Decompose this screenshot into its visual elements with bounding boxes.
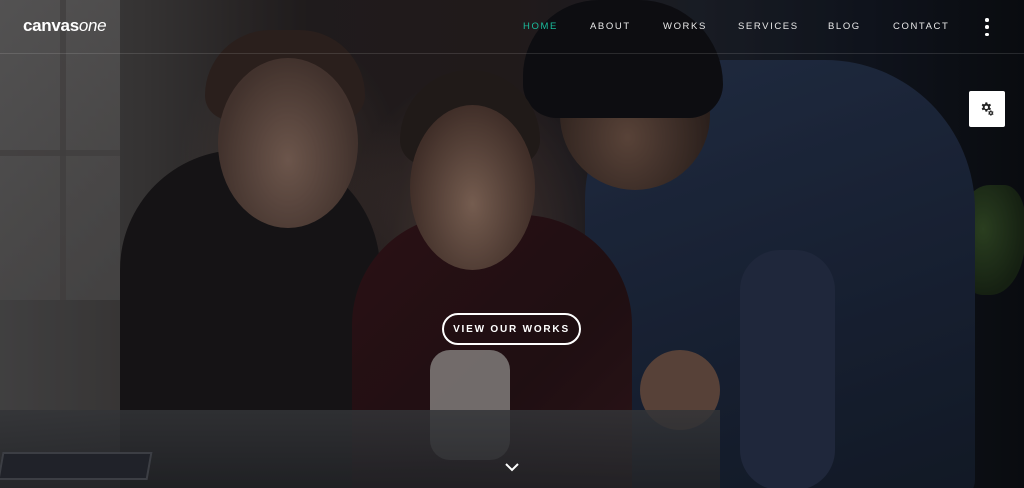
nav-blog[interactable]: BLOG [828,21,893,32]
site-header: canvasone HOME ABOUT WORKS SERVICES BLOG… [0,0,1024,54]
hero-background-image [0,0,1024,488]
gear-icon [981,102,994,116]
nav-works[interactable]: WORKS [663,21,738,32]
nav-about[interactable]: ABOUT [590,21,663,32]
nav-contact[interactable]: CONTACT [893,21,963,32]
chevron-down-icon[interactable] [504,461,520,473]
nav-services[interactable]: SERVICES [738,21,828,32]
main-nav: HOME ABOUT WORKS SERVICES BLOG CONTACT [523,21,963,32]
brand-name-italic: one [78,16,107,35]
dark-overlay [0,0,1024,488]
view-our-works-button[interactable]: VIEW OUR WORKS [442,313,581,345]
settings-button[interactable] [969,91,1005,127]
brand-name-bold: canvas [23,16,79,35]
nav-home[interactable]: HOME [523,21,590,32]
vertical-dots-icon[interactable] [983,18,991,36]
brand-logo[interactable]: canvasone [23,16,107,36]
